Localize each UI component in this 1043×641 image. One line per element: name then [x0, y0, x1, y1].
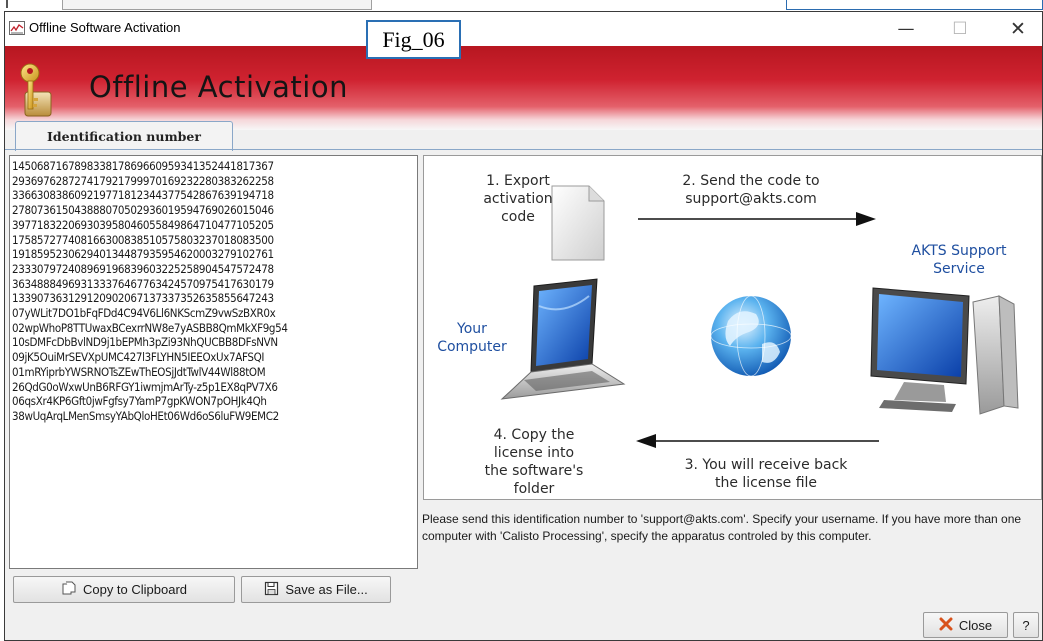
- code-line: 2936976287274179217999701692322803832622…: [12, 173, 274, 188]
- close-button[interactable]: Close: [923, 612, 1008, 638]
- window-title: Offline Software Activation: [29, 20, 181, 35]
- background-window-edge: [62, 0, 372, 10]
- laptop-icon: [500, 278, 626, 400]
- code-line: 01mRYiprbYWSRNOTsZEwThEOSjJdtTwlV44Wl88t…: [12, 364, 266, 379]
- help-button[interactable]: ?: [1013, 612, 1039, 638]
- step4-line: 4. Copy the: [493, 427, 575, 443]
- code-line: 1339073631291209020671373373526358556472…: [12, 291, 274, 306]
- window-close-button[interactable]: ✕: [995, 12, 1041, 46]
- step2-line: 2. Send the code to: [682, 173, 820, 189]
- code-line: 26QdG0oWxwUnB6RFGY1iwmjmArTy-z5p1EX8qPV7…: [12, 379, 278, 394]
- close-button-label: Close: [958, 617, 993, 633]
- step1-line: code: [501, 209, 535, 225]
- support-label: AKTS Support Service: [884, 242, 1034, 278]
- code-line: 3634888496931333764677634245709754176301…: [12, 276, 274, 291]
- step2-email: support@akts.com: [685, 191, 817, 207]
- tab-strip: Identification number: [5, 121, 1042, 151]
- header-banner: Offline Activation: [5, 46, 1042, 130]
- computer-label-line: Your: [457, 321, 487, 337]
- minimize-button[interactable]: —: [883, 12, 929, 46]
- save-disk-icon: [264, 581, 279, 599]
- code-line: 2780736150438880705029360195947690260150…: [12, 203, 274, 218]
- code-line: 1918595230629401344879359546200032791027…: [12, 247, 274, 262]
- activation-diagram: 1. Export activation code 2. Send the co…: [423, 155, 1042, 500]
- code-line: 2333079724089691968396032252589045475724…: [12, 261, 274, 276]
- identification-code-textarea[interactable]: 1450687167898338178696609593413524418173…: [9, 155, 418, 569]
- code-line: 1758572774081663008385105758032370180835…: [12, 232, 274, 247]
- step4-label: 4. Copy the license into the software's …: [464, 426, 604, 498]
- step3-line: 3. You will receive back: [684, 457, 848, 473]
- support-label-line: Service: [933, 261, 985, 277]
- background-window-edge-blue: [786, 0, 1043, 10]
- background-strip: [0, 0, 1043, 11]
- step3-label: 3. You will receive back the license fil…: [656, 456, 876, 492]
- computer-label: Your Computer: [432, 320, 512, 356]
- instructions-text: Please send this identification number t…: [422, 512, 1022, 543]
- code-line: 3366308386092197718123443775428676391947…: [12, 188, 274, 203]
- save-as-file-button[interactable]: Save as File...: [241, 576, 391, 603]
- step4-line: the software's: [484, 463, 584, 479]
- app-chart-icon: [9, 21, 25, 35]
- title-bar[interactable]: Offline Software Activation — ☐ ✕: [5, 12, 1042, 46]
- code-line: 1450687167898338178696609593413524418173…: [12, 159, 274, 173]
- close-x-icon: [939, 617, 953, 634]
- step1-line: 1. Export: [486, 173, 550, 189]
- code-line: 10sDMFcDbBvlND9j1bEPMh3pZi93NhQUCBB8DFsN…: [12, 335, 278, 350]
- computer-label-line: Computer: [437, 339, 507, 355]
- arrow-send-icon: [638, 212, 876, 226]
- activation-window: Offline Software Activation — ☐ ✕ Offlin…: [4, 11, 1043, 641]
- code-line: 02wpWhoP8TTUwaxBCexrrNW8e7yASBB8QmMkXF9g…: [12, 320, 288, 335]
- step3-line: the license file: [714, 475, 818, 491]
- step4-line: license into: [493, 445, 575, 461]
- server-monitor-icon: [870, 287, 1019, 415]
- support-label-line: AKTS Support: [911, 243, 1007, 259]
- banner-heading: Offline Activation: [89, 70, 348, 104]
- code-line: 07yWLit7DO1bFqFDd4C94V6Ll6NKScmZ9vwSzBXR…: [12, 306, 276, 321]
- step4-line: folder: [513, 481, 555, 497]
- step2-label: 2. Send the code to support@akts.com: [646, 172, 856, 208]
- tab-divider: [5, 149, 1042, 150]
- background-marker: [6, 0, 8, 8]
- step1-label: 1. Export activation code: [464, 172, 572, 226]
- arrow-receive-icon: [636, 434, 879, 448]
- maximize-button[interactable]: ☐: [937, 12, 983, 46]
- step1-line: activation: [483, 191, 553, 207]
- figure-label: Fig_06: [366, 20, 461, 59]
- save-button-label: Save as File...: [285, 582, 368, 597]
- clipboard-icon: [61, 580, 77, 599]
- code-line: 3977183220693039580460558498647104771052…: [12, 217, 274, 232]
- copy-button-label: Copy to Clipboard: [82, 582, 188, 597]
- tab-identification-number[interactable]: Identification number: [15, 121, 233, 151]
- code-line: 38wUqArqLMenSmsyYAbQloHEt06Wd6oS6luFW9EM…: [12, 408, 279, 423]
- copy-to-clipboard-button[interactable]: Copy to Clipboard: [13, 576, 235, 603]
- code-line: 06qsXr4KP6Gft0jwFgfsy7YamP7gpKWON7pOHJk4…: [12, 394, 267, 409]
- code-line: 09jK5OuiMrSEVXpUMC427l3FLYHN5IEEOxUx7AFS…: [12, 350, 265, 365]
- key-lock-icon: [17, 62, 57, 122]
- globe-icon: [710, 295, 792, 377]
